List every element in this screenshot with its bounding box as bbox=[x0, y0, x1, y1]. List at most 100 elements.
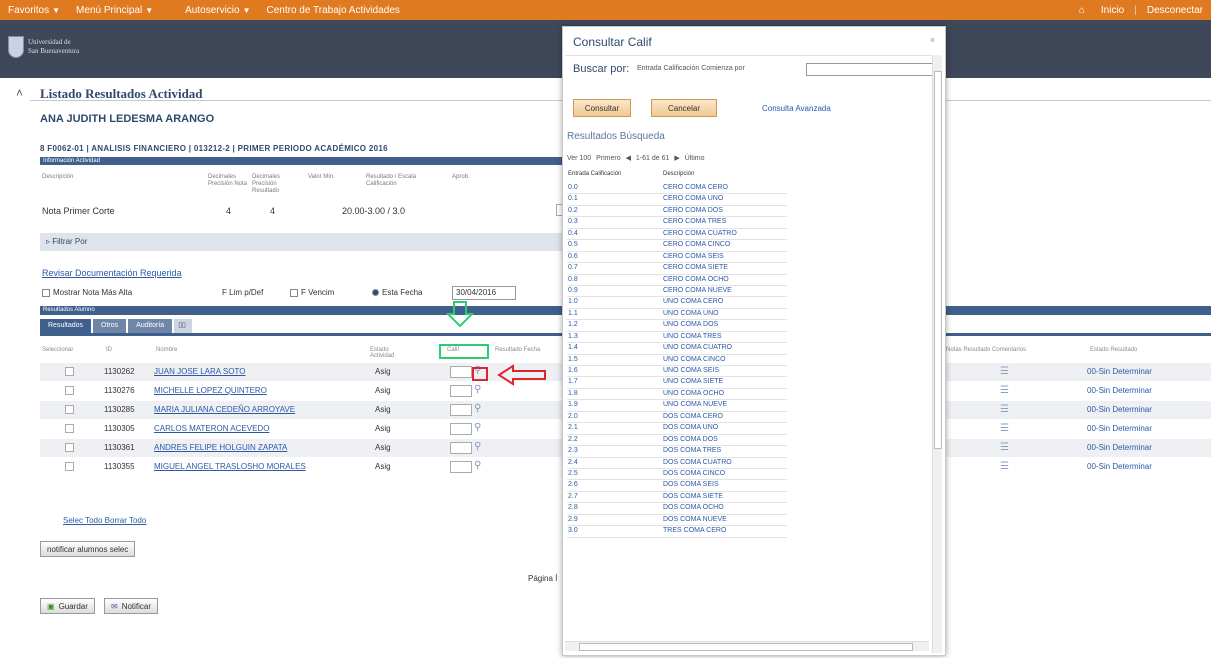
search-icon[interactable]: ⚲ bbox=[474, 384, 481, 395]
list-item[interactable]: 1.1 UNO COMA UNO bbox=[567, 309, 787, 321]
calif-input[interactable] bbox=[450, 461, 472, 473]
search-icon[interactable]: ⚲ bbox=[474, 460, 481, 471]
search-icon[interactable]: ⚲ bbox=[474, 441, 481, 452]
grade-code[interactable]: 0.7 bbox=[568, 264, 578, 271]
calif-input[interactable] bbox=[450, 385, 472, 397]
list-item[interactable]: 1.2 UNO COMA DOS bbox=[567, 320, 787, 332]
list-item[interactable]: 1.8 UNO COMA OCHO bbox=[567, 389, 787, 401]
grade-code[interactable]: 1.3 bbox=[568, 333, 578, 340]
notes-icon[interactable]: ☰ bbox=[1000, 404, 1009, 415]
select-all-link[interactable]: Selec Todo Borrar Todo bbox=[63, 516, 146, 525]
list-item[interactable]: 1.9 UNO COMA NUEVE bbox=[567, 400, 787, 412]
grade-code[interactable]: 0.1 bbox=[568, 195, 578, 202]
notify-button[interactable]: ✉ Notificar bbox=[104, 598, 159, 614]
nav-centro-trabajo[interactable]: Centro de Trabajo Actividades bbox=[259, 5, 408, 16]
horizontal-scrollbar[interactable] bbox=[565, 641, 929, 651]
list-item[interactable]: 2.5 DOS COMA CINCO bbox=[567, 469, 787, 481]
grade-code[interactable]: 2.4 bbox=[568, 459, 578, 466]
revisar-docs-link[interactable]: Revisar Documentación Requerida bbox=[42, 268, 182, 278]
tab-otros[interactable]: Otros bbox=[93, 319, 127, 333]
tab-grid-icon[interactable]: ▯▯ bbox=[174, 319, 193, 333]
grade-code[interactable]: 0.5 bbox=[568, 241, 578, 248]
list-item[interactable]: 2.8 DOS COMA OCHO bbox=[567, 503, 787, 515]
nav-inicio[interactable]: Inicio bbox=[1093, 5, 1132, 16]
vertical-scrollbar[interactable] bbox=[932, 55, 942, 653]
nav-menu-principal[interactable]: Menú Principal ▼ bbox=[68, 5, 161, 16]
list-item[interactable]: 0.7 CERO COMA SIETE bbox=[567, 263, 787, 275]
list-item[interactable]: 2.0 DOS COMA CERO bbox=[567, 412, 787, 424]
row-name-link[interactable]: MIGUEL ANGEL TRASLOSHO MORALES bbox=[154, 462, 306, 471]
grade-code[interactable]: 0.8 bbox=[568, 276, 578, 283]
consultar-button[interactable]: Consultar bbox=[573, 99, 631, 117]
consulta-avanzada-link[interactable]: Consulta Avanzada bbox=[762, 104, 831, 113]
tab-resultados[interactable]: Resultados bbox=[40, 319, 92, 333]
list-item[interactable]: 2.9 DOS COMA NUEVE bbox=[567, 515, 787, 527]
row-select-checkbox[interactable] bbox=[65, 443, 74, 452]
notes-icon[interactable]: ☰ bbox=[1000, 366, 1009, 377]
estafecha-radio[interactable] bbox=[372, 289, 379, 297]
list-item[interactable]: 2.7 DOS COMA SIETE bbox=[567, 492, 787, 504]
row-select-checkbox[interactable] bbox=[65, 386, 74, 395]
grade-code[interactable]: 2.7 bbox=[568, 493, 578, 500]
fvenc-option[interactable]: F Vencim bbox=[290, 288, 334, 297]
grade-code[interactable]: 1.2 bbox=[568, 321, 578, 328]
list-item[interactable]: 1.4 UNO COMA CUATRO bbox=[567, 343, 787, 355]
row-select-checkbox[interactable] bbox=[65, 367, 74, 376]
filter-bar[interactable]: ▹ Filtrar Por bbox=[40, 233, 562, 251]
search-input[interactable] bbox=[806, 63, 934, 76]
search-icon[interactable]: ⚲ bbox=[474, 403, 481, 414]
mostrar-checkbox[interactable] bbox=[42, 288, 50, 297]
grade-code[interactable]: 1.9 bbox=[568, 401, 578, 408]
close-icon[interactable]: × bbox=[930, 35, 935, 45]
list-item[interactable]: 1.7 UNO COMA SIETE bbox=[567, 377, 787, 389]
list-item[interactable]: 0.4 CERO COMA CUATRO bbox=[567, 229, 787, 241]
list-item[interactable]: 1.6 UNO COMA SEIS bbox=[567, 366, 787, 378]
calif-input[interactable] bbox=[450, 442, 472, 454]
list-item[interactable]: 2.2 DOS COMA DOS bbox=[567, 435, 787, 447]
ultimo-link[interactable]: Último bbox=[685, 155, 705, 162]
notes-icon[interactable]: ☰ bbox=[1000, 442, 1009, 453]
grade-code[interactable]: 1.7 bbox=[568, 378, 578, 385]
list-item[interactable]: 0.0 CERO COMA CERO bbox=[567, 183, 787, 195]
row-name-link[interactable]: MICHELLE LOPEZ QUINTERO bbox=[154, 386, 267, 395]
hscroll-thumb[interactable] bbox=[579, 643, 913, 651]
ver-100-link[interactable]: Ver 100 bbox=[567, 155, 591, 162]
search-icon[interactable]: ⚲ bbox=[474, 422, 481, 433]
list-item[interactable]: 0.3 CERO COMA TRES bbox=[567, 217, 787, 229]
list-item[interactable]: 2.4 DOS COMA CUATRO bbox=[567, 458, 787, 469]
calif-input[interactable] bbox=[450, 404, 472, 416]
grade-code[interactable]: 0.0 bbox=[568, 184, 578, 191]
notes-icon[interactable]: ☰ bbox=[1000, 423, 1009, 434]
row-name-link[interactable]: MARIA JULIANA CEDEÑO ARROYAVE bbox=[154, 405, 295, 414]
list-item[interactable]: 1.5 UNO COMA CINCO bbox=[567, 355, 787, 366]
collapse-icon[interactable]: ˄ bbox=[16, 86, 23, 100]
save-button[interactable]: ▣ Guardar bbox=[40, 598, 95, 614]
row-name-link[interactable]: ANDRES FELIPE HOLGUIN ZAPATA bbox=[154, 443, 287, 452]
fvenc-checkbox[interactable] bbox=[290, 288, 298, 297]
notes-icon[interactable]: ☰ bbox=[1000, 461, 1009, 472]
grade-code[interactable]: 2.8 bbox=[568, 504, 578, 511]
grade-code[interactable]: 3.0 bbox=[568, 527, 578, 534]
list-item[interactable]: 2.3 DOS COMA TRES bbox=[567, 446, 787, 458]
grade-code[interactable]: 1.0 bbox=[568, 298, 578, 305]
list-item[interactable]: 0.6 CERO COMA SEIS bbox=[567, 252, 787, 264]
grade-code[interactable]: 0.9 bbox=[568, 287, 578, 294]
grade-code[interactable]: 0.4 bbox=[568, 230, 578, 237]
estafecha-option[interactable]: Esta Fecha bbox=[372, 288, 422, 297]
list-item[interactable]: 1.3 UNO COMA TRES bbox=[567, 332, 787, 344]
nav-desconectar[interactable]: Desconectar bbox=[1139, 5, 1211, 16]
grade-code[interactable]: 2.5 bbox=[568, 470, 578, 477]
list-item[interactable]: 1.0 UNO COMA CERO bbox=[567, 297, 787, 309]
list-item[interactable]: 2.6 DOS COMA SEIS bbox=[567, 480, 787, 492]
row-select-checkbox[interactable] bbox=[65, 405, 74, 414]
grade-code[interactable]: 1.4 bbox=[568, 344, 578, 351]
cancelar-button[interactable]: Cancelar bbox=[651, 99, 717, 117]
home-icon[interactable]: ⌂ bbox=[1071, 5, 1093, 16]
mostrar-nota-option[interactable]: Mostrar Nota Más Alta bbox=[42, 288, 132, 297]
list-item[interactable]: 0.8 CERO COMA OCHO bbox=[567, 275, 787, 286]
grade-code[interactable]: 1.8 bbox=[568, 390, 578, 397]
grade-code[interactable]: 0.6 bbox=[568, 253, 578, 260]
prev-icon[interactable]: ◀ bbox=[626, 155, 631, 162]
notify-selected-button[interactable]: notificar alumnos selec bbox=[40, 541, 136, 557]
primero-link[interactable]: Primero bbox=[596, 155, 621, 162]
